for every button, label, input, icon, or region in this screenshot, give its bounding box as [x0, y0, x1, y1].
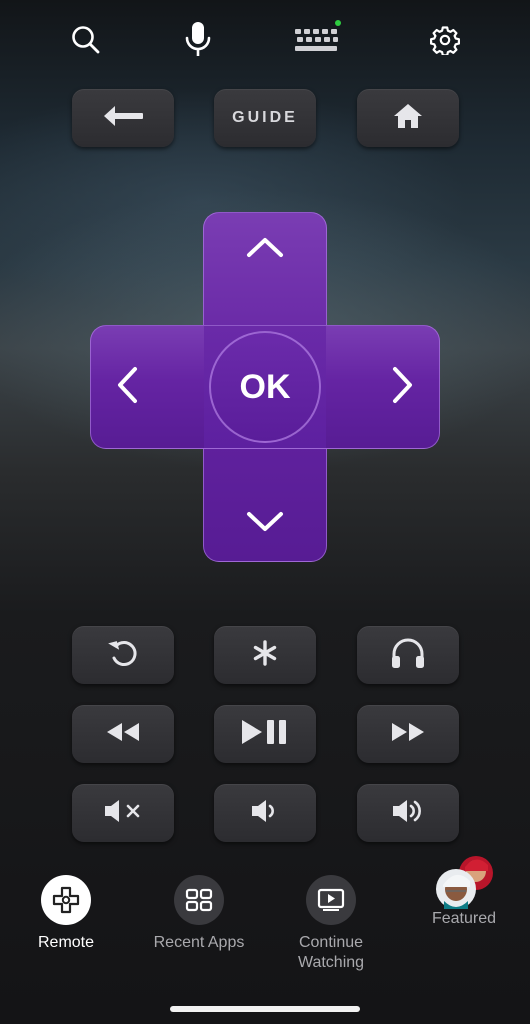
volume-down-button[interactable] [214, 784, 316, 842]
play-pause-icon [240, 719, 290, 750]
instant-replay-icon [106, 638, 140, 673]
tab-remote[interactable]: Remote [6, 875, 126, 953]
dpad-left-button[interactable] [92, 326, 162, 448]
volume-up-icon [391, 798, 425, 829]
fast-forward-icon [390, 721, 426, 748]
private-listening-button[interactable] [357, 626, 459, 684]
dpad-icon [41, 875, 91, 925]
guide-button[interactable]: GUIDE [214, 89, 316, 147]
grid-icon [174, 875, 224, 925]
rewind-icon [105, 721, 141, 748]
home-indicator[interactable] [170, 1006, 360, 1012]
dpad-right-button[interactable] [368, 326, 438, 448]
keyboard-status-dot [335, 20, 341, 26]
fast-forward-button[interactable] [357, 705, 459, 763]
volume-up-button[interactable] [357, 784, 459, 842]
guide-label: GUIDE [232, 109, 298, 126]
rewind-button[interactable] [72, 705, 174, 763]
tab-recent-apps-label: Recent Apps [153, 934, 245, 951]
home-button[interactable] [357, 89, 459, 147]
ok-button[interactable]: OK [209, 331, 321, 443]
mute-icon [103, 798, 143, 829]
tab-featured[interactable]: Featured [404, 856, 524, 929]
keyboard-icon[interactable] [291, 18, 341, 62]
mute-button[interactable] [72, 784, 174, 842]
chevron-left-icon [116, 366, 138, 409]
volume-down-icon [250, 798, 280, 829]
gear-icon[interactable] [423, 18, 467, 62]
tab-continue-watching[interactable]: Continue Watching [271, 875, 391, 973]
tab-continue-watching-label: Continue Watching [297, 934, 365, 971]
microphone-icon[interactable] [176, 18, 220, 62]
asterisk-icon [252, 639, 278, 671]
dpad-up-button[interactable] [203, 214, 327, 284]
search-icon[interactable] [64, 18, 108, 62]
chevron-up-icon [246, 236, 284, 263]
tab-featured-label: Featured [431, 910, 497, 927]
ok-label: OK [239, 367, 291, 406]
back-button[interactable] [72, 89, 174, 147]
headphones-icon [390, 637, 426, 674]
instant-replay-button[interactable] [72, 626, 174, 684]
tab-remote-label: Remote [37, 934, 95, 951]
back-arrow-icon [101, 104, 145, 133]
chevron-right-icon [392, 366, 414, 409]
play-pause-button[interactable] [214, 705, 316, 763]
tab-recent-apps[interactable]: Recent Apps [139, 875, 259, 953]
options-button[interactable] [214, 626, 316, 684]
featured-avatars-icon [432, 851, 496, 915]
chevron-down-icon [246, 511, 284, 538]
play-box-icon [306, 875, 356, 925]
home-icon [393, 103, 423, 134]
dpad-down-button[interactable] [203, 488, 327, 560]
